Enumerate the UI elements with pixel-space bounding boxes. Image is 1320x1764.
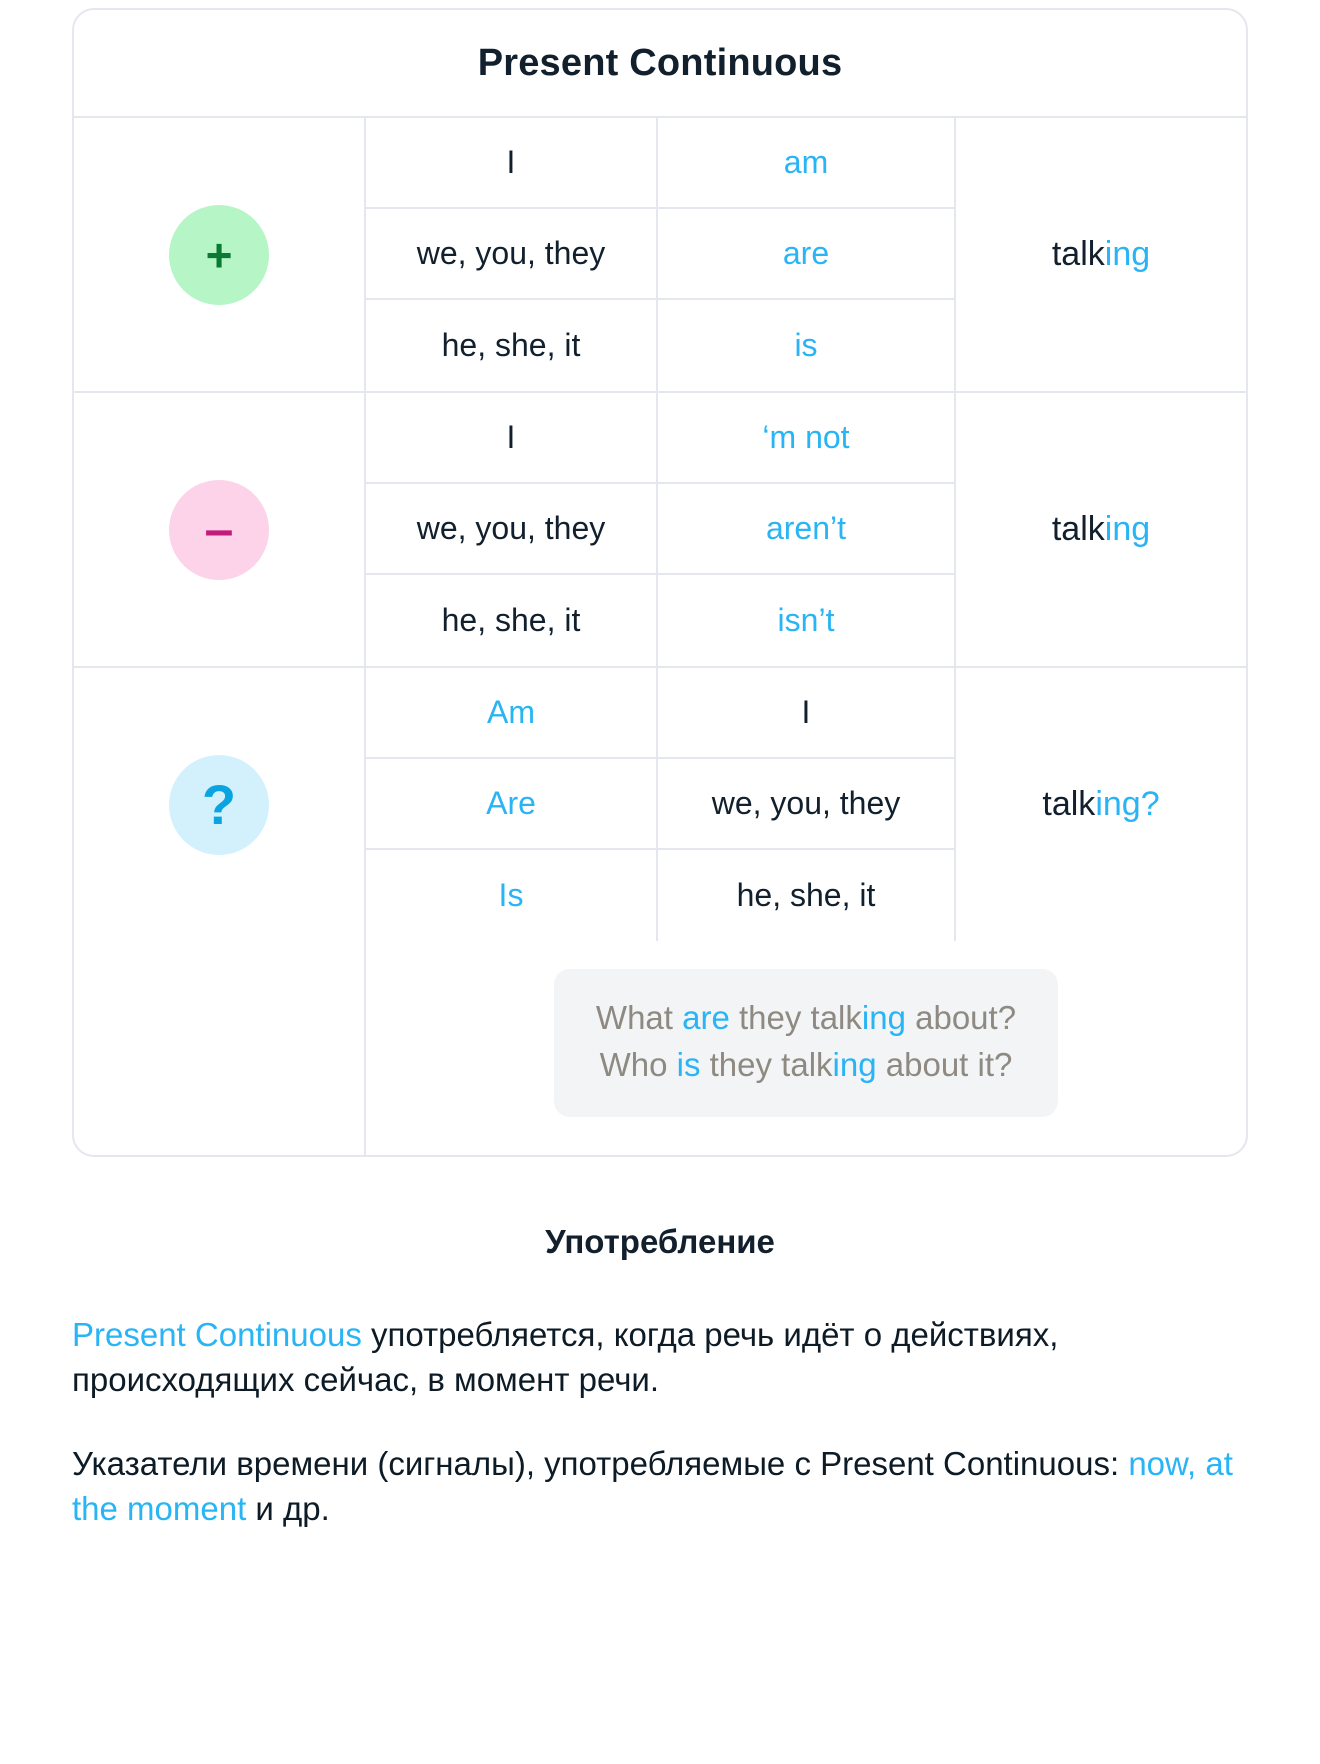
verb-cell-negative: talk ing [956,393,1246,666]
auxiliary-text: he, she, it [736,877,876,913]
table-row: he, she, it isn’t [366,575,956,666]
example-line: Who is they talking about it? [596,1042,1016,1089]
auxiliary-cell: is [658,300,956,391]
auxiliary-text: ‘m not [762,419,850,455]
table-row: Iam [366,118,956,209]
auxiliary-cell: we, you, they [658,759,956,850]
usage-paragraph: Present Continuous употребляется, когда … [72,1313,1248,1403]
verb-stem: talk [1042,785,1096,823]
example-fragment: What [595,999,683,1036]
example-fragment: Who [599,1045,677,1083]
usage-title: Употребление [545,1222,775,1260]
auxiliary-text: are [782,235,830,271]
table-row: he, she, it is [366,300,956,391]
subject-text: I [506,419,516,455]
auxiliary-cell: isn’t [658,575,956,666]
subject-text: we, you, they [416,235,606,271]
table-row: Are we, you, they [366,759,956,850]
verb-stem: talk [1051,235,1105,273]
subject-cell: he, she, it [366,300,658,391]
example-fragment: ing [861,999,906,1036]
verb-ending: ing [1104,235,1151,273]
auxiliary-text: isn’t [777,602,835,638]
subject-cell: Are [366,759,658,850]
auxiliary-cell: am [658,118,956,209]
table-row: we, you, they are [366,209,956,300]
auxiliary-cell: I [658,668,956,759]
rows-wrap-question: Am I Are we, you, they Is he, she, it talk ing? [366,668,1246,941]
plus-icon: + [169,204,269,305]
example-section: What are they talking about? Who is they … [74,941,1246,1155]
subject-text: I [506,144,516,180]
badge-cell-negative: – [74,393,366,666]
verb-ending: ing [1095,785,1141,823]
rows-negative: I ‘m not we, you, they aren’t he, she, it isn… [366,393,956,666]
rows-affirmative: Iam we, you, they are he, she, it is [366,118,956,391]
subject-cell: he, she, it [366,575,658,666]
verb-cell-affirmative: talk ing [956,118,1246,391]
example-spacer [74,941,366,1155]
example-fragment: they talk [729,999,862,1036]
usage-fragment: Present Continuous [72,1315,362,1353]
verb-ending: ing [1104,510,1151,548]
usage-section: Употребление Present Continuous употребл… [72,1157,1248,1533]
example-fragment: ing [832,1045,877,1083]
subject-text: Are [486,785,536,821]
question-mark-icon: ? [169,754,269,855]
rows-wrap-affirmative: Iam we, you, they are he, she, it is talk ing [366,118,1246,391]
subject-cell: Am [366,668,658,759]
badge-cell-affirmative: + [74,118,366,391]
usage-body: Present Continuous употребляется, когда … [72,1313,1248,1533]
auxiliary-text: I [801,694,811,730]
example-fragment: about? [905,999,1017,1036]
example-area: What are they talking about? Who is they … [366,941,1246,1155]
auxiliary-cell: are [658,209,956,300]
section-negative: – I ‘m not we, you, they aren’t he, she, it is… [74,393,1246,668]
subject-text: he, she, it [441,602,581,638]
table-row: I ‘m not [366,393,956,484]
usage-paragraph: Указатели времени (сигналы), употребляем… [72,1442,1248,1532]
table-row: we, you, they aren’t [366,484,956,575]
subject-text: we, you, they [416,510,606,546]
usage-fragment: Указатели времени (сигналы), употребляем… [72,1445,1129,1483]
subject-text: Am [487,694,535,730]
subject-cell: we, you, they [366,484,658,575]
usage-fragment: и др. [246,1490,330,1528]
example-fragment: are [682,999,730,1036]
example-line: What are they talking about? [596,995,1016,1042]
auxiliary-text: am [783,144,829,180]
subject-cell: Is [366,850,658,941]
subject-text: Is [498,877,524,913]
auxiliary-cell: aren’t [658,484,956,575]
badge-cell-question: ? [74,668,366,941]
verb-cell-question: talk ing? [956,668,1246,941]
subject-cell: we, you, they [366,209,658,300]
section-affirmative: + Iam we, you, they are he, she, it is talk ing [74,118,1246,393]
grammar-card-page: Present Continuous + Iam we, you, they are h… [0,0,1320,1764]
example-fragment: about it? [876,1045,1013,1083]
subject-cell: I [366,393,658,484]
verb-stem: talk [1051,510,1105,548]
example-fragment: they talk [700,1045,833,1083]
subject-text: he, she, it [441,327,581,363]
rows-question: Am I Are we, you, they Is he, she, it [366,668,956,941]
subject-cell: I [366,118,658,209]
conjugation-grid: + Iam we, you, they are he, she, it is talk ing… [74,118,1246,941]
example-fragment: is [676,1045,701,1083]
verb-tail: ? [1140,785,1160,823]
example-box: What are they talking about? Who is they … [553,969,1059,1117]
table-row: Am I [366,668,956,759]
auxiliary-text: aren’t [765,510,847,546]
present-continuous-card: Present Continuous + Iam we, you, they are h… [72,8,1248,1157]
auxiliary-cell: ‘m not [658,393,956,484]
auxiliary-text: is [794,327,818,363]
minus-icon: – [169,479,269,580]
auxiliary-cell: he, she, it [658,850,956,941]
section-question: ? Am I Are we, you, they Is he, she, it talk ing… [74,668,1246,941]
card-title: Present Continuous [74,10,1246,118]
table-row: Is he, she, it [366,850,956,941]
auxiliary-text: we, you, they [711,785,901,821]
rows-wrap-negative: I ‘m not we, you, they aren’t he, she, it isn… [366,393,1246,666]
